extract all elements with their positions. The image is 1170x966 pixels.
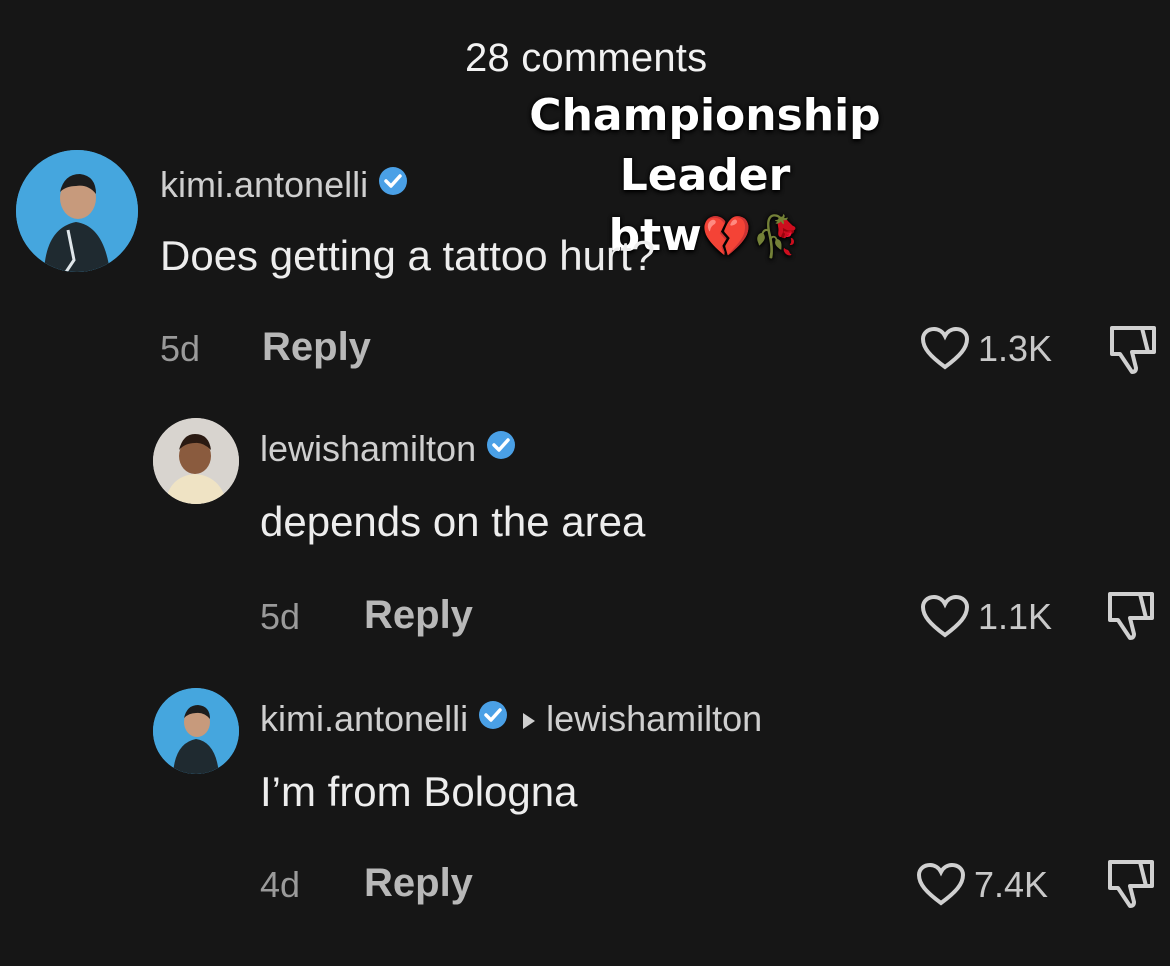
verified-badge-icon [378, 163, 408, 205]
dislike-button[interactable] [1104, 856, 1158, 915]
like-button[interactable]: 1.1K [920, 595, 1053, 641]
avatar[interactable] [16, 150, 138, 272]
comment-username[interactable]: lewishamilton [260, 428, 476, 469]
heart-icon [920, 327, 970, 370]
comment-time: 5d [160, 328, 201, 369]
like-button[interactable]: 1.3K [920, 327, 1053, 373]
avatar-photo-icon [16, 150, 138, 272]
comment-username-row: lewishamilton [260, 428, 516, 472]
like-count: 1.3K [978, 328, 1053, 369]
overlay-line-1: Championship Leader [529, 90, 881, 201]
overlay-emoji: 💔🥀 [701, 214, 802, 260]
like-count: 1.1K [978, 596, 1053, 637]
reply-button[interactable]: Reply [364, 861, 473, 906]
comment-text: depends on the area [260, 498, 646, 545]
reply-to-arrow-icon [522, 697, 536, 739]
verified-badge-icon [478, 697, 508, 739]
dislike-icon [1108, 592, 1154, 640]
comment-username-row: kimi.antonelli lewishamilton [260, 698, 762, 742]
dislike-icon [1108, 860, 1154, 908]
comment-text: Does getting a tattoo hurt? [160, 232, 655, 279]
avatar[interactable] [153, 418, 239, 504]
like-button[interactable]: 7.4K [916, 863, 1049, 909]
reply-to-username[interactable]: lewishamilton [546, 698, 762, 739]
comment-username-row: kimi.antonelli [160, 164, 408, 208]
comment-count: 28 comments [465, 36, 708, 80]
comment-time: 5d [260, 596, 301, 637]
comment-username[interactable]: kimi.antonelli [260, 698, 468, 739]
heart-icon [920, 595, 970, 638]
dislike-button[interactable] [1104, 588, 1158, 647]
avatar-photo-icon [153, 418, 239, 504]
avatar[interactable] [153, 688, 239, 774]
like-count: 7.4K [974, 864, 1049, 905]
dislike-button[interactable] [1106, 322, 1160, 381]
heart-icon [916, 863, 966, 906]
comment-username[interactable]: kimi.antonelli [160, 164, 368, 205]
comment-text: I’m from Bologna [260, 768, 578, 815]
reply-button[interactable]: Reply [364, 593, 473, 638]
avatar-photo-icon [153, 688, 239, 774]
verified-badge-icon [486, 427, 516, 469]
comment-time: 4d [260, 864, 301, 905]
dislike-icon [1110, 326, 1156, 374]
reply-button[interactable]: Reply [262, 325, 371, 370]
